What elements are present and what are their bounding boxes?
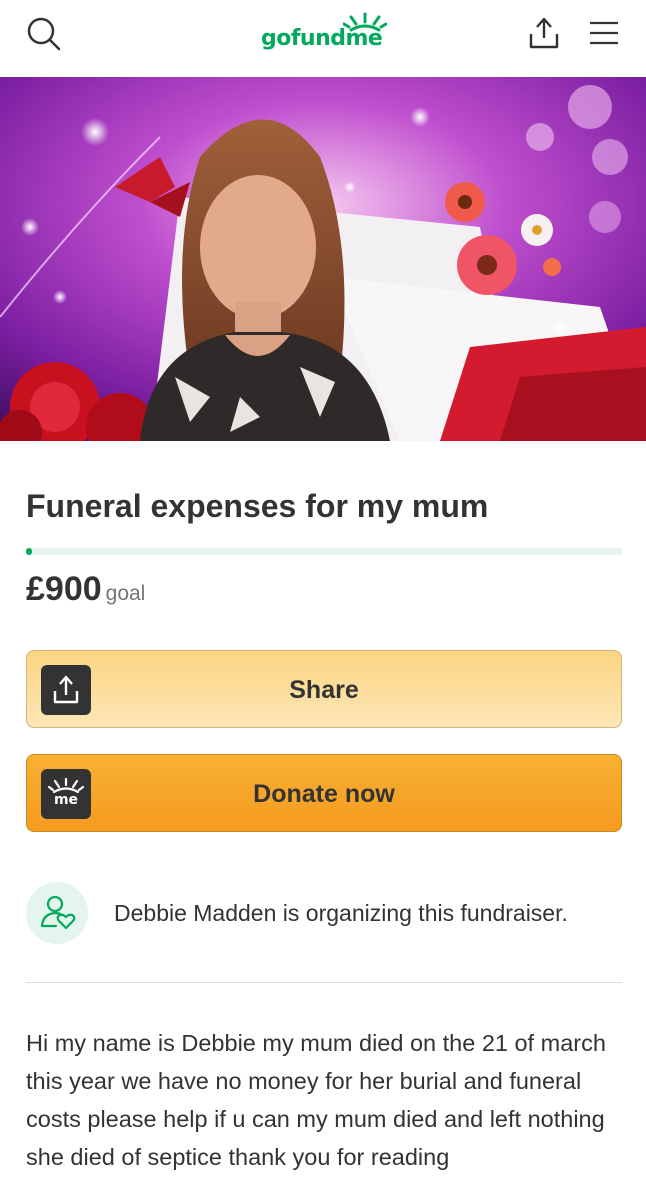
share-button[interactable]: Share (26, 650, 622, 728)
organizer-avatar (26, 882, 88, 944)
organizer-text: Debbie Madden is organizing this fundrai… (114, 900, 568, 926)
share-icon[interactable] (526, 16, 562, 50)
organizer-heart-user-icon (40, 895, 76, 930)
menu-icon[interactable] (588, 20, 620, 46)
organizer-row: Debbie Madden is organizing this fundrai… (26, 882, 622, 946)
donate-button[interactable]: me Donate now (26, 754, 622, 832)
goal-amount: £900 (26, 570, 102, 608)
logo-rays-icon (343, 12, 387, 32)
progress-bar (26, 548, 622, 555)
campaign-story: Hi my name is Debbie my mum died on the … (26, 1030, 606, 1170)
search-icon[interactable] (26, 16, 62, 52)
goal: £900 goal (26, 570, 145, 609)
campaign-title: Funeral expenses for my mum (26, 488, 489, 524)
gofundme-logo[interactable]: gofundme (259, 12, 389, 54)
divider (26, 982, 622, 983)
share-button-label: Share (289, 676, 359, 704)
top-nav: gofundme (0, 0, 646, 72)
donate-button-label: Donate now (253, 780, 395, 808)
campaign-photo (0, 77, 646, 441)
progress-fill (26, 548, 32, 555)
goal-label: goal (105, 582, 146, 605)
